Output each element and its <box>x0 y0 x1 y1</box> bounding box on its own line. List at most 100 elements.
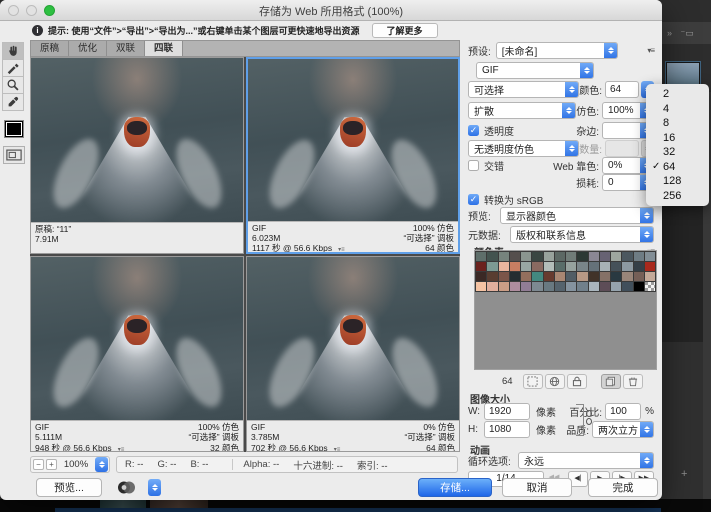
color-swatch[interactable] <box>555 252 565 261</box>
color-swatch[interactable] <box>577 262 587 271</box>
color-swatch[interactable] <box>510 262 520 271</box>
color-swatch[interactable] <box>487 272 497 281</box>
color-swatch[interactable] <box>532 272 542 281</box>
color-swatch[interactable] <box>487 252 497 261</box>
web-shift-button[interactable] <box>545 374 565 389</box>
tab-4up[interactable]: 四联 <box>145 41 183 56</box>
color-swatch[interactable] <box>476 282 486 291</box>
save-button[interactable]: 存储... <box>418 478 492 497</box>
color-swatch[interactable] <box>600 272 610 281</box>
lock-color-button[interactable] <box>567 374 587 389</box>
color-swatch[interactable] <box>521 252 531 261</box>
color-swatch[interactable] <box>645 262 655 271</box>
color-swatch[interactable] <box>622 282 632 291</box>
colors-input[interactable] <box>605 81 639 98</box>
color-swatch[interactable] <box>499 272 509 281</box>
color-swatch[interactable] <box>622 262 632 271</box>
colors-menu-item[interactable]: 4 <box>646 102 709 117</box>
color-swatch[interactable] <box>487 262 497 271</box>
color-swatch[interactable] <box>555 282 565 291</box>
learn-more-button[interactable]: 了解更多 <box>372 23 438 38</box>
color-swatch[interactable] <box>476 252 486 261</box>
color-swatch[interactable] <box>577 272 587 281</box>
preview-in-browser-button[interactable]: 预览... <box>36 478 102 497</box>
color-swatch[interactable] <box>532 262 542 271</box>
color-swatch[interactable] <box>645 272 655 281</box>
tab-optimized[interactable]: 优化 <box>69 41 107 56</box>
percent-input[interactable] <box>605 403 641 420</box>
color-swatch[interactable] <box>589 282 599 291</box>
new-color-button[interactable] <box>601 374 621 389</box>
eyedropper-color-swatch[interactable] <box>4 120 24 138</box>
colors-menu-item[interactable]: 16 <box>646 131 709 146</box>
color-swatch[interactable] <box>476 262 486 271</box>
interlaced-checkbox[interactable] <box>468 160 479 171</box>
color-swatch[interactable] <box>521 262 531 271</box>
toggle-slices-visibility-button[interactable] <box>3 146 25 164</box>
color-swatch[interactable] <box>600 262 610 271</box>
done-button[interactable]: 完成 <box>588 478 658 497</box>
color-swatch[interactable] <box>499 262 509 271</box>
tab-2up[interactable]: 双联 <box>107 41 145 56</box>
preview-pane-original[interactable]: 原稿: “11” 7.91M <box>30 57 244 254</box>
zoom-in-button[interactable]: + <box>46 459 57 470</box>
color-swatch[interactable] <box>645 282 655 291</box>
cancel-button[interactable]: 取消 <box>502 478 572 497</box>
color-swatch[interactable] <box>611 262 621 271</box>
height-input[interactable] <box>484 421 530 438</box>
color-swatch[interactable] <box>589 262 599 271</box>
color-swatch[interactable] <box>634 252 644 261</box>
browser-select-stepper[interactable] <box>148 479 161 496</box>
preview-image[interactable] <box>31 257 243 421</box>
zoom-stepper[interactable] <box>95 457 108 472</box>
pane-menu-icon[interactable]: ▾≡ <box>334 447 341 452</box>
color-swatch[interactable] <box>634 282 644 291</box>
color-swatch[interactable] <box>589 252 599 261</box>
delete-color-button[interactable] <box>623 374 643 389</box>
color-swatch[interactable] <box>544 282 554 291</box>
color-swatch[interactable] <box>622 272 632 281</box>
preset-dropdown[interactable]: [未命名] <box>496 42 618 59</box>
add-icon[interactable]: + <box>681 468 687 480</box>
color-swatch[interactable] <box>600 252 610 261</box>
color-swatch[interactable] <box>510 282 520 291</box>
color-swatch[interactable] <box>634 262 644 271</box>
color-swatch[interactable] <box>521 282 531 291</box>
color-swatch[interactable] <box>499 252 509 261</box>
preview-image[interactable] <box>248 59 458 221</box>
hand-tool[interactable] <box>2 42 24 60</box>
pane-menu-icon[interactable]: ▾≡ <box>118 447 125 452</box>
color-swatch[interactable] <box>566 282 576 291</box>
preview-pane-three[interactable]: GIF 5.111M 948 秒 @ 56.6 Kbps▾≡ 100% 仿色 “… <box>30 256 244 453</box>
eyedropper-tool[interactable] <box>2 93 24 111</box>
transparency-checkbox[interactable]: ✓ <box>468 125 479 136</box>
color-swatch[interactable] <box>521 272 531 281</box>
snap-web-palette-button[interactable] <box>523 374 543 389</box>
color-swatch[interactable] <box>577 252 587 261</box>
preview-image[interactable] <box>31 58 243 222</box>
color-swatch[interactable] <box>510 252 520 261</box>
color-swatch[interactable] <box>566 262 576 271</box>
color-swatch[interactable] <box>589 272 599 281</box>
color-swatch[interactable] <box>566 252 576 261</box>
dither-method-dropdown[interactable]: 扩散 <box>468 102 576 119</box>
width-input[interactable] <box>484 403 530 420</box>
link-dimensions-icon[interactable] <box>585 410 592 426</box>
color-swatch[interactable] <box>566 272 576 281</box>
color-swatch[interactable] <box>634 272 644 281</box>
color-swatch[interactable] <box>555 262 565 271</box>
metadata-dropdown[interactable]: 版权和联系信息 <box>510 226 654 243</box>
color-reduction-dropdown[interactable]: 可选择 <box>468 81 579 98</box>
color-swatch[interactable] <box>544 262 554 271</box>
preview-pane-optimized[interactable]: GIF 6.023M 1117 秒 @ 56.6 Kbps▾≡ 100% 仿色 … <box>246 57 460 254</box>
panel-menu-icon[interactable]: ▾≡ <box>647 46 654 55</box>
preview-image[interactable] <box>247 257 459 421</box>
color-swatch[interactable] <box>476 272 486 281</box>
color-swatch[interactable] <box>611 272 621 281</box>
colors-menu-item[interactable]: 32 <box>646 145 709 160</box>
colors-menu-item[interactable]: 128 <box>646 174 709 189</box>
zoom-tool[interactable] <box>2 76 24 94</box>
zoom-out-button[interactable]: − <box>33 459 44 470</box>
preview-pane-four[interactable]: GIF 3.785M 702 秒 @ 56.6 Kbps▾≡ 0% 仿色 “可选… <box>246 256 460 453</box>
colors-menu-item[interactable]: 256 <box>646 189 709 204</box>
